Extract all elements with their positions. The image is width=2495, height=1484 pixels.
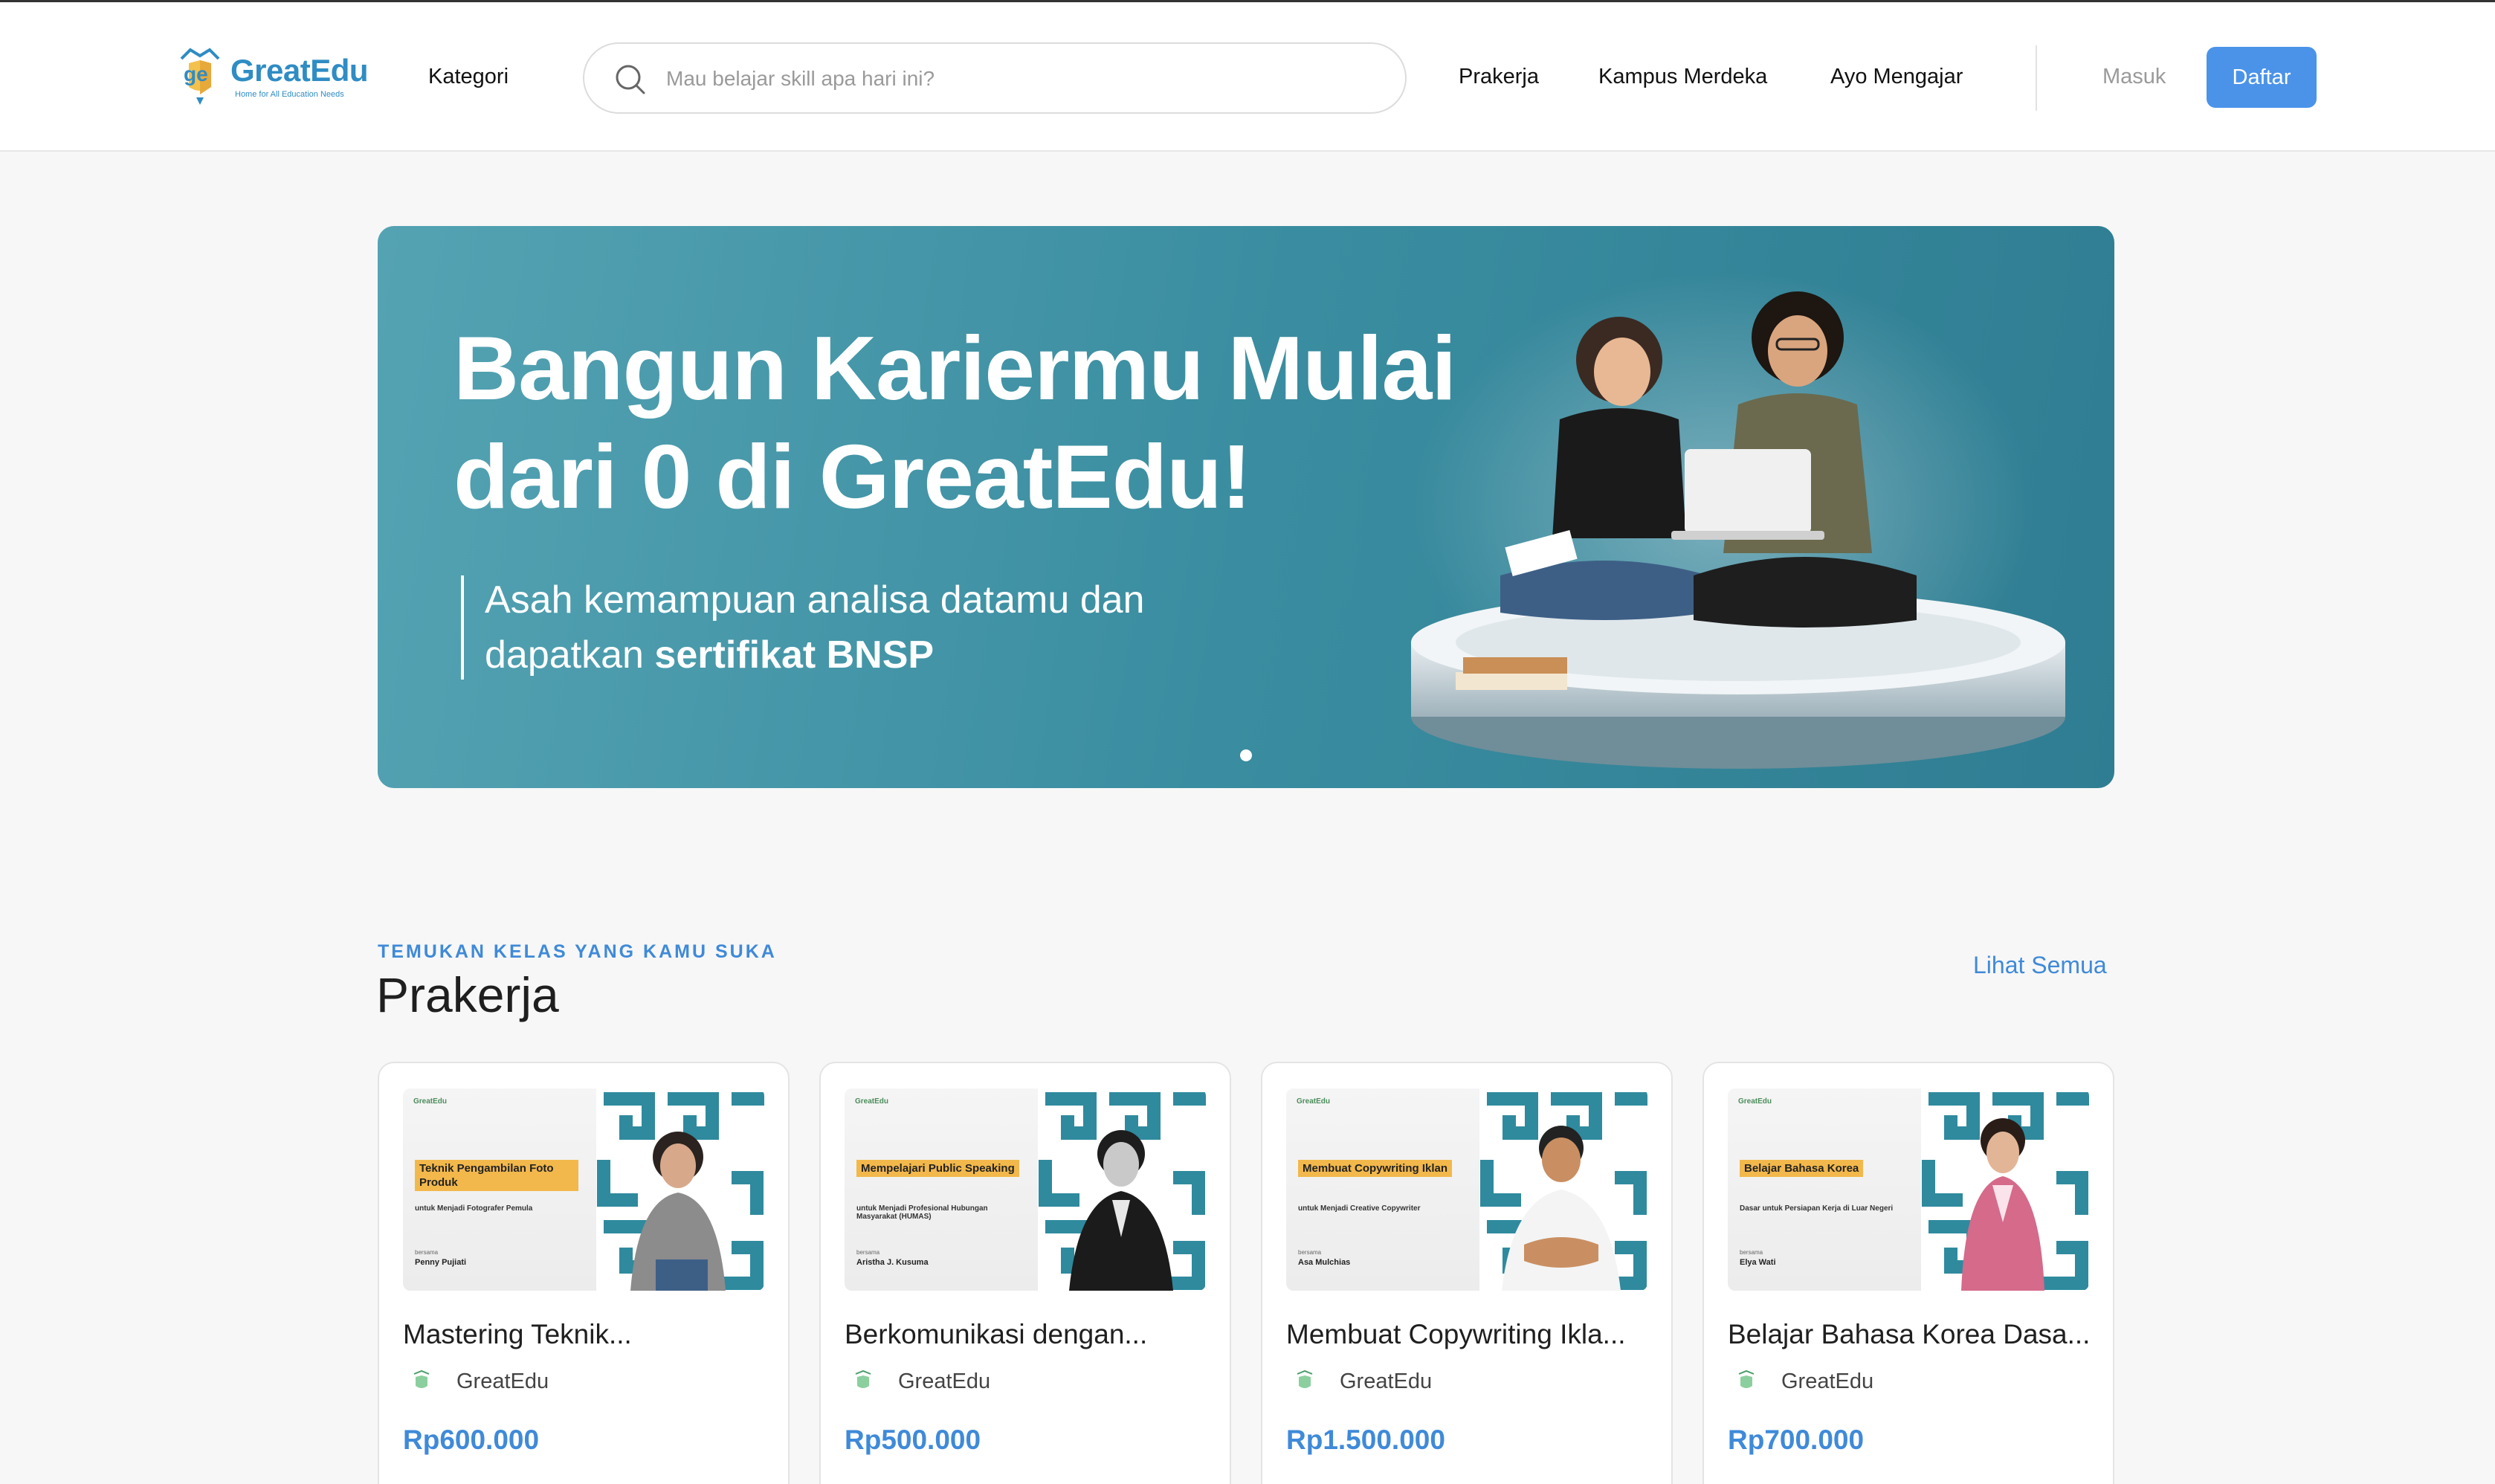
banner-headline-line2: dari 0 di GreatEdu! [454, 426, 1251, 527]
search-icon [616, 65, 645, 94]
logo-text: GreatEdu [230, 53, 369, 88]
greatedu-logo-icon [1738, 1370, 1755, 1388]
carousel-dot-active[interactable] [1240, 749, 1252, 761]
course-provider: GreatEdu [1340, 1370, 1433, 1393]
course-card[interactable]: GreatEdu Teknik Pengambilan Foto Produk … [378, 1062, 790, 1484]
banner-accent-line [461, 575, 464, 680]
banner-subtitle: Asah kemampuan analisa datamu dan dapatk… [485, 572, 1303, 683]
search-bar[interactable] [583, 42, 1407, 114]
banner-headline: Bangun Kariermu Mulai dari 0 di GreatEdu… [454, 314, 1569, 531]
course-title: Membuat Copywriting Ikla... [1286, 1319, 1626, 1349]
course-title: Berkomunikasi dengan... [845, 1319, 1148, 1349]
thumbnail-description: untuk Menjadi Profesional Hubungan Masya… [856, 1204, 988, 1221]
greatedu-logo[interactable]: ge GreatEdu Home for All Education Needs [174, 45, 369, 109]
course-provider: GreatEdu [456, 1370, 549, 1393]
top-navbar: ge GreatEdu Home for All Education Needs… [0, 0, 2495, 152]
course-title: Mastering Teknik... [403, 1319, 632, 1349]
banner-subtitle-line2: dapatkan sertifikat BNSP [485, 628, 1303, 683]
thumbnail-info: GreatEdu Mempelajari Public Speaking unt… [845, 1088, 1041, 1291]
nav-kampus-merdeka[interactable]: Kampus Merdeka [1598, 65, 1767, 89]
register-button[interactable]: Daftar [2207, 47, 2317, 108]
course-price: Rp500.000 [845, 1425, 981, 1455]
thumbnail-by: bersama [415, 1249, 439, 1256]
nav-prakerja[interactable]: Prakerja [1459, 65, 1539, 89]
thumbnail-brand: GreatEdu [1738, 1097, 1772, 1106]
course-card[interactable]: GreatEdu Membuat Copywriting Iklan untuk… [1261, 1062, 1673, 1484]
course-thumbnail: GreatEdu Mempelajari Public Speaking unt… [845, 1088, 1206, 1291]
logo-tagline: Home for All Education Needs [235, 90, 344, 99]
banner-subtitle-prefix: dapatkan [485, 633, 655, 677]
thumbnail-instructor: Aristha J. Kusuma [856, 1258, 929, 1267]
course-thumbnail: GreatEdu Belajar Bahasa Korea Dasar untu… [1728, 1088, 2089, 1291]
instructor-photo [1921, 1088, 2089, 1291]
thumbnail-info: GreatEdu Belajar Bahasa Korea Dasar untu… [1728, 1088, 1924, 1291]
instructor-photo [1038, 1088, 1206, 1291]
section-eyebrow: TEMUKAN KELAS YANG KAMU SUKA [378, 941, 777, 962]
header-divider [2036, 45, 2037, 111]
login-button[interactable]: Masuk [2102, 65, 2166, 89]
course-price: Rp1.500.000 [1286, 1425, 1445, 1455]
thumbnail-info: GreatEdu Teknik Pengambilan Foto Produk … [403, 1088, 599, 1291]
logo-mark-icon: ge [180, 48, 220, 105]
course-title: Belajar Bahasa Korea Dasa... [1728, 1319, 2091, 1349]
banner-subtitle-bold: sertifikat BNSP [654, 633, 935, 677]
course-thumbnail: GreatEdu Membuat Copywriting Iklan untuk… [1286, 1088, 1647, 1291]
thumbnail-description: Dasar untuk Persiapan Kerja di Luar Nege… [1740, 1204, 1894, 1213]
thumbnail-brand: GreatEdu [1297, 1097, 1331, 1106]
course-provider: GreatEdu [1781, 1370, 1874, 1393]
svg-text:ge: ge [184, 62, 208, 86]
banner-subtitle-line1: Asah kemampuan analisa datamu dan [485, 578, 1145, 622]
thumbnail-brand: GreatEdu [855, 1097, 889, 1106]
greatedu-logo-icon [1297, 1370, 1313, 1388]
course-card[interactable]: GreatEdu Mempelajari Public Speaking unt… [819, 1062, 1231, 1484]
thumbnail-description: untuk Menjadi Fotografer Pemula [415, 1204, 533, 1213]
thumbnail-instructor: Penny Pujiati [415, 1258, 467, 1267]
course-card[interactable]: GreatEdu Belajar Bahasa Korea Dasar untu… [1702, 1062, 2114, 1484]
course-provider: GreatEdu [898, 1370, 991, 1393]
greatedu-logo-icon [413, 1370, 430, 1388]
thumbnail-brand: GreatEdu [413, 1097, 448, 1106]
thumbnail-instructor: Asa Mulchias [1298, 1258, 1351, 1267]
thumbnail-instructor: Elya Wati [1740, 1258, 1776, 1267]
thumbnail-by: bersama [1740, 1249, 1763, 1256]
thumbnail-by: bersama [856, 1249, 880, 1256]
instructor-photo [1479, 1088, 1647, 1291]
course-price: Rp700.000 [1728, 1425, 1865, 1455]
see-all-link[interactable]: Lihat Semua [1973, 952, 2107, 979]
hero-banner[interactable]: Bangun Kariermu Mulai dari 0 di GreatEdu… [378, 226, 2114, 788]
section-title: Prakerja [376, 967, 559, 1022]
greatedu-logo-icon [855, 1370, 871, 1388]
nav-ayo-mengajar[interactable]: Ayo Mengajar [1830, 65, 1963, 89]
thumbnail-course-tag: Belajar Bahasa Korea [1740, 1160, 1864, 1177]
thumbnail-course-tag: Teknik Pengambilan Foto Produk [415, 1160, 578, 1191]
instructor-photo [596, 1088, 764, 1291]
thumbnail-info: GreatEdu Membuat Copywriting Iklan untuk… [1286, 1088, 1482, 1291]
course-thumbnail: GreatEdu Teknik Pengambilan Foto Produk … [403, 1088, 764, 1291]
course-card-list: GreatEdu Teknik Pengambilan Foto Produk … [378, 1062, 2114, 1484]
thumbnail-course-tag: Membuat Copywriting Iklan [1298, 1160, 1453, 1177]
search-input[interactable] [666, 57, 1380, 100]
course-price: Rp600.000 [403, 1425, 540, 1455]
thumbnail-course-tag: Mempelajari Public Speaking [856, 1160, 1019, 1177]
thumbnail-description: untuk Menjadi Creative Copywriter [1298, 1204, 1421, 1213]
banner-headline-line1: Bangun Kariermu Mulai [454, 317, 1456, 419]
nav-kategori[interactable]: Kategori [428, 65, 509, 89]
thumbnail-by: bersama [1298, 1249, 1322, 1256]
